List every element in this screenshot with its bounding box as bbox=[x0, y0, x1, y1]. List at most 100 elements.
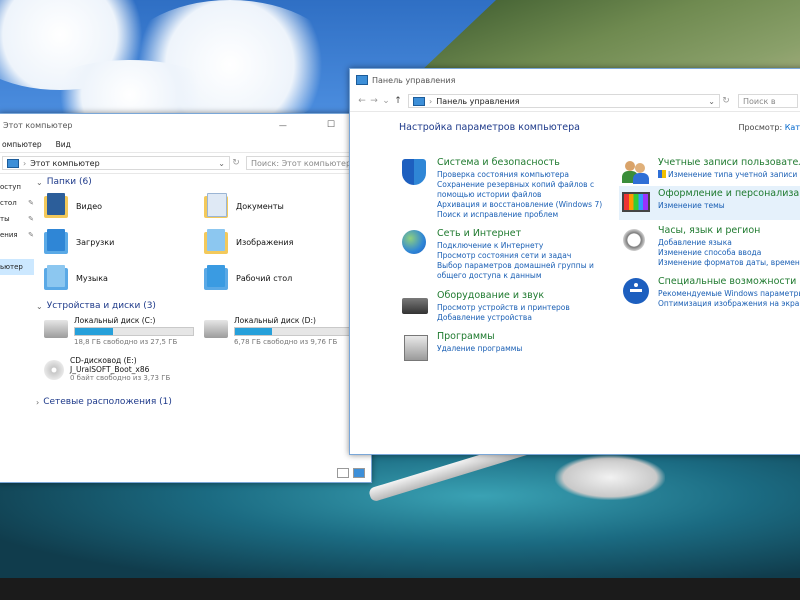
category-link[interactable]: Архивация и восстановление (Windows 7) bbox=[437, 200, 617, 210]
hard-drive-icon bbox=[204, 320, 228, 338]
cp-header: Настройка параметров компьютера Просмотр… bbox=[399, 122, 800, 133]
drive-name: CD-дисковод (E:) J_UralSOFT_Boot_x86 bbox=[70, 356, 150, 374]
folder-pictures[interactable]: Изображения bbox=[204, 226, 364, 258]
category-link[interactable]: Оптимизация изображения на экране bbox=[658, 299, 800, 309]
network-section-header[interactable]: › Сетевые расположения (1) bbox=[36, 394, 371, 410]
folder-label: Документы bbox=[236, 201, 284, 211]
explorer-titlebar[interactable]: Этот компьютер — ☐ bbox=[0, 114, 371, 136]
drive-c[interactable]: Локальный диск (C:) 18,8 ГБ свободно из … bbox=[44, 316, 204, 350]
drive-e[interactable]: CD-дисковод (E:) J_UralSOFT_Boot_x86 0 б… bbox=[44, 356, 204, 390]
back-arrow-icon[interactable]: ← bbox=[356, 96, 368, 106]
devices-section-header[interactable]: ⌄ Устройства и диски (3) bbox=[36, 298, 371, 314]
drive-name: Локальный диск (C:) bbox=[74, 316, 156, 325]
folders-section-header[interactable]: ⌄ Папки (6) bbox=[36, 174, 371, 190]
category-link[interactable]: Изменение способа ввода bbox=[658, 248, 800, 258]
explorer-window[interactable]: Этот компьютер — ☐ омпьютер Вид › Этот к… bbox=[0, 113, 372, 483]
category-link[interactable]: Просмотр устройств и принтеров bbox=[437, 303, 570, 313]
nav-item-quick-access[interactable]: оступ bbox=[0, 179, 34, 195]
ease-of-access-icon bbox=[621, 276, 651, 306]
breadcrumb-separator-icon: › bbox=[23, 158, 27, 168]
nav-item-desktop[interactable]: стол ✎ bbox=[0, 195, 34, 211]
category-link[interactable]: Изменение типа учетной записи bbox=[668, 170, 797, 179]
control-panel-window[interactable]: Панель управления ← → ⌄ ↑ › Панель управ… bbox=[349, 68, 800, 455]
category-link[interactable]: Просмотр состояния сети и задач bbox=[437, 251, 617, 261]
folder-desktop[interactable]: Рабочий стол bbox=[204, 262, 364, 294]
up-arrow-icon[interactable]: ↑ bbox=[392, 96, 404, 106]
drive-name: Локальный диск (D:) bbox=[234, 316, 316, 325]
drive-free-space: 18,8 ГБ свободно из 27,5 ГБ bbox=[74, 338, 178, 346]
ribbon-tab-computer[interactable]: омпьютер bbox=[2, 140, 42, 149]
category-link[interactable]: Удаление программы bbox=[437, 344, 522, 354]
category-ease-of-access: Специальные возможности Рекомендуемые Wi… bbox=[621, 276, 800, 309]
control-panel-icon bbox=[356, 75, 368, 85]
forward-arrow-icon[interactable]: → bbox=[368, 96, 380, 106]
nav-item-downloads[interactable]: ты ✎ bbox=[0, 211, 34, 227]
devices-header-text: Устройства и диски (3) bbox=[46, 301, 156, 311]
category-title[interactable]: Оформление и персонализация bbox=[658, 188, 800, 199]
category-link[interactable]: Выбор параметров домашней группы и общег… bbox=[437, 261, 617, 281]
details-view-icon[interactable] bbox=[337, 468, 349, 478]
programs-icon bbox=[400, 331, 430, 361]
refresh-icon[interactable]: ↻ bbox=[230, 158, 242, 168]
pin-icon: ✎ bbox=[28, 215, 34, 223]
category-title[interactable]: Система и безопасность bbox=[437, 157, 617, 168]
view-by-label: Просмотр: bbox=[738, 123, 783, 132]
category-title[interactable]: Учетные записи пользователей bbox=[658, 157, 800, 168]
category-link[interactable]: Проверка состояния компьютера bbox=[437, 170, 617, 180]
drive-usage-bar bbox=[74, 327, 194, 336]
nav-item-this-pc[interactable]: ьютер bbox=[0, 259, 34, 275]
category-link[interactable]: Изменение форматов даты, времени и чисел bbox=[658, 258, 800, 268]
drives-grid: Локальный диск (C:) 18,8 ГБ свободно из … bbox=[44, 316, 371, 390]
cp-address-bar[interactable]: › Панель управления ⌄ bbox=[408, 94, 720, 108]
category-link[interactable]: Добавление языка bbox=[658, 238, 800, 248]
user-accounts-icon bbox=[621, 157, 651, 187]
music-folder-icon bbox=[44, 265, 70, 291]
explorer-address-text: Этот компьютер bbox=[30, 158, 100, 168]
downloads-folder-icon bbox=[44, 229, 70, 255]
category-title[interactable]: Сеть и Интернет bbox=[437, 228, 617, 239]
chevron-down-icon[interactable]: ⌄ bbox=[708, 97, 715, 106]
chevron-down-icon[interactable]: ⌄ bbox=[218, 159, 225, 168]
explorer-search-input[interactable]: Поиск: Этот компьютер bbox=[246, 156, 358, 170]
chevron-down-icon: ⌄ bbox=[36, 177, 43, 187]
refresh-icon[interactable]: ↻ bbox=[720, 96, 732, 106]
minimize-button[interactable]: — bbox=[279, 121, 287, 130]
category-title[interactable]: Программы bbox=[437, 331, 522, 342]
explorer-address-bar[interactable]: › Этот компьютер ⌄ bbox=[2, 156, 230, 170]
view-by-value[interactable]: Кат bbox=[785, 123, 800, 132]
folder-music[interactable]: Музыка bbox=[44, 262, 204, 294]
ribbon-tab-view[interactable]: Вид bbox=[56, 140, 71, 149]
category-link[interactable]: Сохранение резервных копий файлов с помо… bbox=[437, 180, 617, 200]
system-security-icon bbox=[400, 157, 430, 187]
category-link[interactable]: Поиск и исправление проблем bbox=[437, 210, 617, 220]
explorer-title: Этот компьютер bbox=[3, 120, 73, 130]
taskbar[interactable] bbox=[0, 578, 800, 600]
cp-search-input[interactable]: Поиск в bbox=[738, 94, 798, 108]
nav-item-documents[interactable]: ения ✎ bbox=[0, 227, 34, 243]
nav-item-label: ты bbox=[0, 215, 10, 223]
drive-usage-fill bbox=[235, 328, 272, 335]
category-system-security: Система и безопасность Проверка состояни… bbox=[400, 157, 617, 220]
drive-usage-bar bbox=[234, 327, 354, 336]
category-title[interactable]: Часы, язык и регион bbox=[658, 225, 800, 236]
folder-video[interactable]: Видео bbox=[44, 190, 204, 222]
category-clock-region: Часы, язык и регион Добавление языка Изм… bbox=[621, 225, 800, 268]
cd-drive-icon bbox=[44, 360, 64, 380]
explorer-search-placeholder: Поиск: Этот компьютер bbox=[251, 158, 352, 168]
drive-d[interactable]: Локальный диск (D:) 6,78 ГБ свободно из … bbox=[204, 316, 364, 350]
maximize-button[interactable]: ☐ bbox=[327, 120, 335, 130]
folder-downloads[interactable]: Загрузки bbox=[44, 226, 204, 258]
folder-documents[interactable]: Документы bbox=[204, 190, 364, 222]
category-link[interactable]: Изменение темы bbox=[658, 201, 800, 211]
view-by[interactable]: Просмотр: Кат bbox=[738, 123, 800, 132]
large-icons-view-icon[interactable] bbox=[353, 468, 365, 478]
category-link[interactable]: Добавление устройства bbox=[437, 313, 570, 323]
cp-titlebar[interactable]: Панель управления bbox=[350, 69, 800, 91]
category-link[interactable]: Подключение к Интернету bbox=[437, 241, 617, 251]
category-title[interactable]: Оборудование и звук bbox=[437, 290, 570, 301]
recent-chevron-icon[interactable]: ⌄ bbox=[380, 96, 392, 106]
cp-heading: Настройка параметров компьютера bbox=[399, 122, 580, 133]
category-link[interactable]: Рекомендуемые Windows параметры bbox=[658, 289, 800, 299]
drive-free-space: 6,78 ГБ свободно из 9,76 ГБ bbox=[234, 338, 338, 346]
category-title[interactable]: Специальные возможности bbox=[658, 276, 800, 287]
